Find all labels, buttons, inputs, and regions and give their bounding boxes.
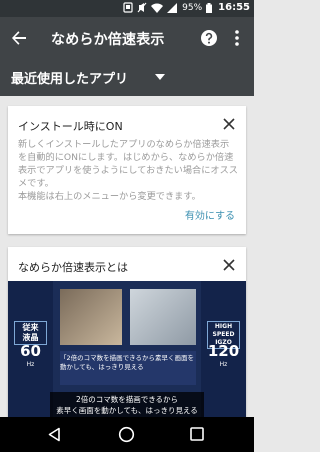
help-button[interactable] [199, 28, 219, 48]
page-title: なめらか倍速表示 [51, 32, 165, 48]
card-body-text: 新しくインストールしたアプリのなめらか倍速表示を自動的にONにします。はじめから… [18, 139, 238, 189]
battery-percent: 95% [182, 2, 203, 13]
phone-image [130, 289, 196, 345]
phone-image [60, 289, 122, 345]
more-vert-icon [235, 30, 239, 46]
wifi-icon [151, 3, 164, 13]
close-icon[interactable] [222, 117, 236, 131]
card-title: インストール時にON [18, 120, 123, 133]
content-area[interactable]: インストール時にON 新しくインストールしたアプリのなめらか倍速表示を自動的にO… [0, 96, 254, 417]
mute-icon [137, 2, 147, 13]
battery-icon [206, 2, 213, 13]
media-caption: 「2倍のコマ数を描画できるから素早く画面を動かしても、はっきり見える [60, 354, 195, 371]
left-value: 60 [20, 342, 41, 360]
card-body-note: 本機能は右上のメニューから変更できます。 [18, 191, 201, 202]
close-icon[interactable] [222, 258, 236, 272]
status-icons: 95% 16:55 [123, 2, 250, 13]
filter-label: 最近使用したアプリ [11, 72, 129, 87]
status-bar: 95% 16:55 [0, 0, 254, 17]
card-title: なめらか倍速表示とは [18, 261, 128, 274]
nav-recents-icon[interactable] [190, 427, 204, 441]
nav-back-icon[interactable] [47, 427, 62, 442]
filter-dropdown[interactable]: 最近使用したアプリ [0, 59, 254, 96]
back-button[interactable] [9, 28, 29, 48]
nav-home-icon[interactable] [118, 426, 135, 443]
notification-icon [123, 2, 133, 13]
media-subtitle: 2倍のコマ数を描画できるから 素早く画面を動かしても、はっきり見える [50, 392, 204, 417]
left-unit: Hz [26, 361, 35, 368]
enable-button[interactable]: 有効にする [185, 207, 235, 222]
app-bar: なめらか倍速表示 [0, 17, 254, 59]
promo-video[interactable]: 従来 液晶 60 Hz HIGH SPEED IGZO 120 Hz 「2倍のコ… [8, 281, 246, 417]
navigation-bar [0, 417, 254, 452]
caret-down-icon [155, 74, 165, 80]
help-icon [201, 30, 217, 46]
card-body: 新しくインストールしたアプリのなめらか倍速表示を自動的にONにします。はじめから… [18, 138, 238, 203]
about-card: なめらか倍速表示とは 従来 液晶 60 Hz HIGH SPEED IGZO 1… [8, 247, 246, 417]
more-options-button[interactable] [229, 28, 245, 48]
install-on-card: インストール時にON 新しくインストールしたアプリのなめらか倍速表示を自動的にO… [8, 106, 246, 234]
arrow-back-icon [12, 31, 26, 45]
status-time: 16:55 [218, 2, 250, 13]
right-value: 120 [207, 342, 240, 360]
right-unit: Hz [219, 361, 228, 368]
signal-icon [167, 2, 178, 13]
